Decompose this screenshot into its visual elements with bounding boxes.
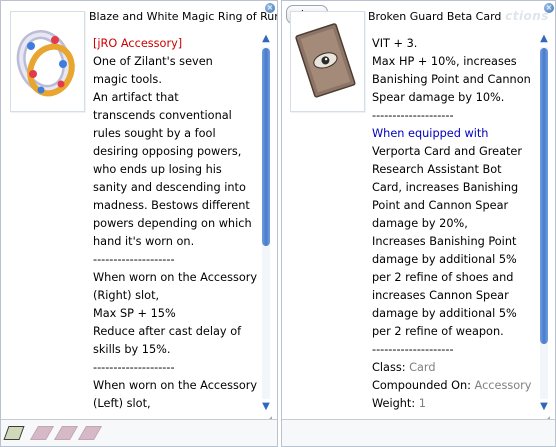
scroll-down-arrow-icon[interactable]: ▼ — [259, 400, 273, 414]
item-info-window-left: Blaze and White Magic Ring of Runes × [j… — [0, 0, 278, 447]
property-label: Weight: — [372, 397, 419, 410]
description-line: transcends conventional — [93, 109, 232, 122]
description-line: who ends up losing his — [93, 163, 222, 176]
description-line: skills by 15%. — [93, 343, 171, 356]
window-title: Broken Guard Beta Card — [368, 10, 502, 23]
item-slot-bar — [1, 419, 277, 446]
description-line: madness. Bestows different — [93, 199, 250, 212]
description-line: hand it's worn on. — [93, 235, 195, 248]
description-line: magic tools. — [93, 73, 162, 86]
description-line: Spear damage by 10%. — [372, 91, 505, 104]
description-line: When equipped with — [372, 127, 489, 140]
description-line: desiring opposing powers, — [93, 145, 242, 158]
description-line: (Right) slot, — [93, 289, 160, 302]
description-line: -------------------- — [372, 343, 454, 356]
close-icon[interactable]: × — [265, 3, 275, 13]
property-value: Card — [409, 361, 436, 374]
description-line: -------------------- — [93, 361, 175, 374]
description-line: Banishing Point and Cannon — [372, 73, 531, 86]
property-value: 1 — [418, 397, 426, 410]
description-line: per 2 refine of weapon. — [372, 325, 504, 338]
description-line: Reduce after cast delay of — [93, 325, 242, 338]
description-line: VIT + 3. — [372, 37, 418, 50]
title-watermark: ctions — [505, 9, 549, 23]
item-description: VIT + 3. Max HP + 10%, increases Banishing… — [372, 35, 537, 413]
property-label: Class: — [372, 361, 410, 374]
item-info-window-right: view Broken Guard Beta Card ctions × VIT… — [281, 0, 556, 447]
rune-ring-icon — [16, 30, 75, 97]
description-line: (Left) slot, — [93, 397, 151, 410]
description-line: Verporta Card and Greater — [372, 145, 523, 158]
property-row: Weight: 1 — [372, 395, 537, 413]
card-slot-icon[interactable] — [3, 426, 25, 440]
description-line: damage by 20%, — [372, 217, 468, 230]
empty-slot-icon[interactable] — [53, 426, 79, 440]
description-line: [jRO Accessory] — [93, 37, 183, 50]
description-line: Point and Cannon Spear — [372, 199, 509, 212]
scroll-up-arrow-icon[interactable]: ▲ — [537, 32, 551, 46]
property-value: Accessory — [474, 379, 532, 392]
item-slot-bar — [282, 419, 555, 446]
scroll-down-arrow-icon[interactable]: ▼ — [537, 400, 551, 414]
description-line: When worn on the Accessory — [93, 271, 258, 284]
description-line: Increases Banishing Point — [372, 235, 517, 248]
description-line: Max HP + 10%, increases — [372, 55, 517, 68]
window-title: Blaze and White Magic Ring of Runes — [89, 10, 277, 23]
scrollbar[interactable]: ▲ ▼ — [259, 32, 273, 414]
description-line: -------------------- — [93, 253, 175, 266]
item-description: [jRO Accessory] One of Zilant's seven magi… — [93, 35, 259, 413]
property-row: Compounded On: Accessory — [372, 377, 537, 395]
description-line: Research Assistant Bot — [372, 163, 502, 176]
item-image — [10, 11, 85, 112]
property-row: Class: Card — [372, 359, 537, 377]
description-line: When worn on the Accessory — [93, 379, 258, 392]
description-line: damage by additional 5% — [372, 253, 517, 266]
close-icon[interactable]: × — [544, 3, 554, 13]
description-line: increases Cannon Spear — [372, 289, 509, 302]
description-line: per 2 refine of shoes and — [372, 271, 514, 284]
empty-slot-icon[interactable] — [29, 426, 55, 440]
card-eye-icon — [295, 23, 356, 98]
description-line: Max SP + 15% — [93, 307, 176, 320]
item-image — [290, 11, 365, 112]
description-line: rules sought by a fool — [93, 127, 216, 140]
description-line: Card, increases Banishing — [372, 181, 519, 194]
description-line: sanity and descending into — [93, 181, 246, 194]
scroll-thumb[interactable] — [262, 48, 270, 246]
empty-slot-icon[interactable] — [77, 426, 103, 440]
scrollbar[interactable]: ▲ ▼ — [537, 32, 551, 414]
scroll-thumb[interactable] — [540, 48, 548, 344]
description-line: An artifact that — [93, 91, 179, 104]
description-line: One of Zilant's seven — [93, 55, 213, 68]
description-line: damage by additional 5% — [372, 307, 517, 320]
description-line: powers depending on which — [93, 217, 252, 230]
property-label: Compounded On: — [372, 379, 475, 392]
description-line: -------------------- — [372, 109, 454, 122]
scroll-up-arrow-icon[interactable]: ▲ — [259, 32, 273, 46]
